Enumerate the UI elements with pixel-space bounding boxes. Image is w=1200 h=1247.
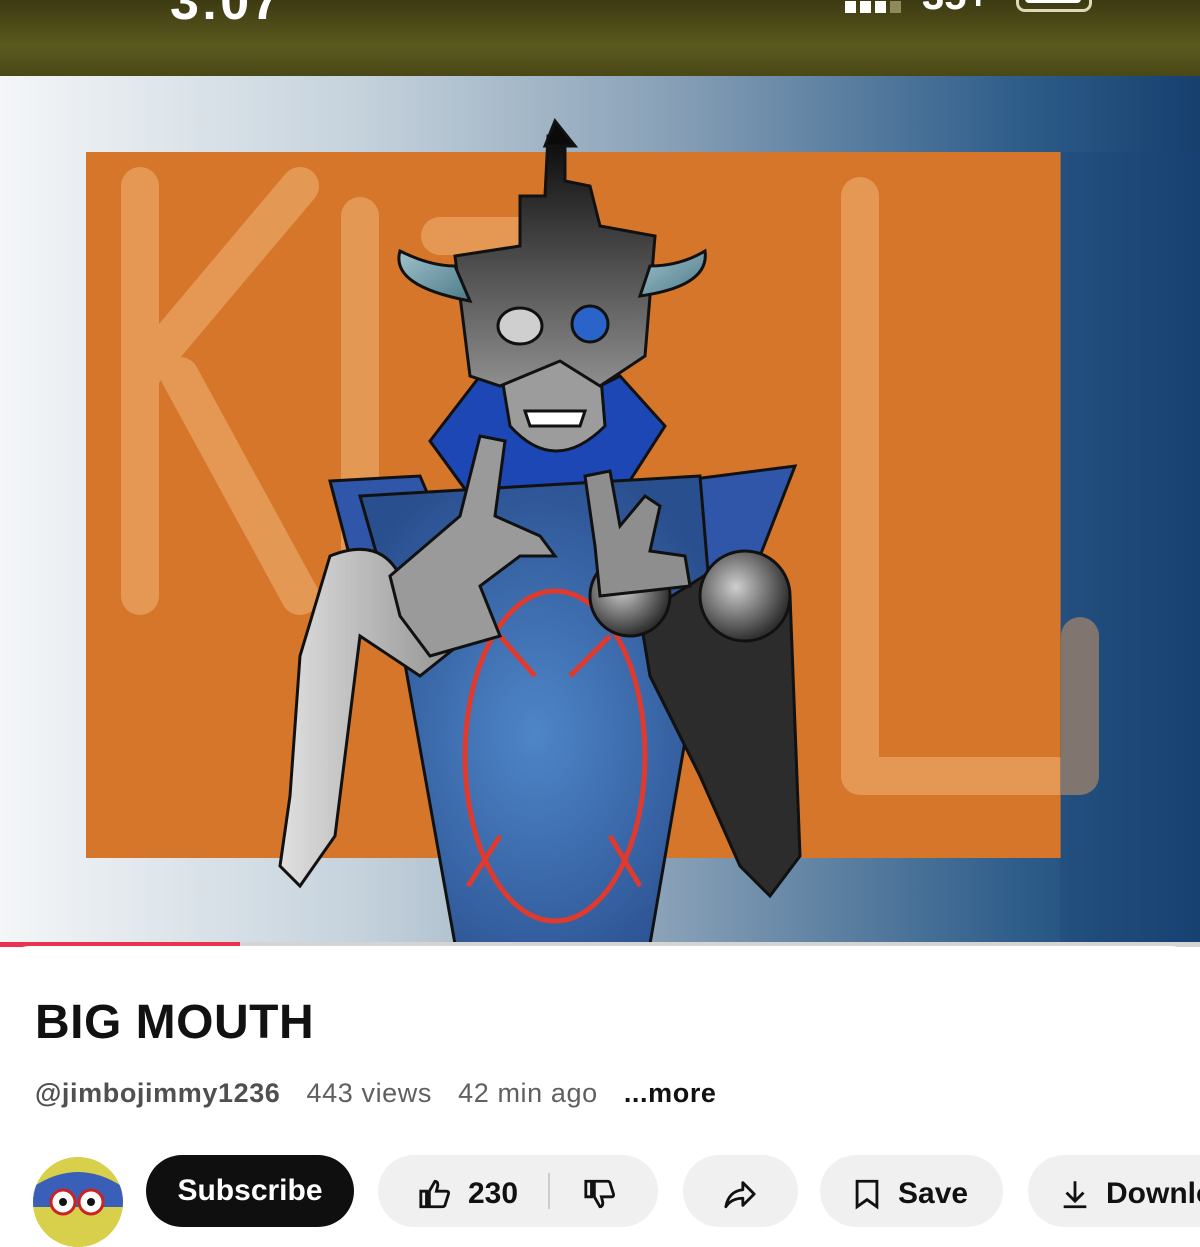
view-count: 443 views <box>306 1078 432 1108</box>
share-icon <box>724 1181 756 1209</box>
video-title: BIG MOUTH <box>35 996 315 1049</box>
video-frame <box>86 118 1200 944</box>
signal-icon <box>845 0 905 13</box>
save-icon <box>855 1179 879 1210</box>
download-icon <box>1063 1181 1087 1209</box>
subscribe-button[interactable]: Subscribe <box>146 1155 354 1227</box>
save-button[interactable]: Save <box>820 1155 1003 1227</box>
like-count: 230 <box>468 1177 519 1210</box>
like-icon[interactable] <box>418 1177 452 1211</box>
like-dislike-button[interactable]: 230 <box>378 1155 658 1227</box>
more-link[interactable]: ...more <box>624 1078 717 1108</box>
download-label: Download <box>1106 1177 1200 1210</box>
battery-text: 35+ <box>922 0 990 19</box>
like-divider <box>548 1173 550 1209</box>
status-time: 3:07 <box>170 0 283 31</box>
upload-time: 42 min ago <box>458 1078 598 1108</box>
video-player[interactable] <box>0 76 1200 944</box>
channel-avatar[interactable] <box>33 1157 123 1247</box>
avatar-image <box>33 1157 123 1247</box>
channel-handle[interactable]: @jimbojimmy1236 <box>35 1078 280 1108</box>
share-button[interactable] <box>683 1155 798 1227</box>
dislike-icon[interactable] <box>583 1177 617 1211</box>
status-bar: 3:07 35+ <box>0 0 1200 76</box>
download-button[interactable]: Download <box>1028 1155 1200 1227</box>
battery-icon <box>1016 0 1092 12</box>
save-label: Save <box>898 1177 969 1210</box>
meta-row: @jimbojimmy1236 443 views 42 min ago ...… <box>35 1078 735 1109</box>
